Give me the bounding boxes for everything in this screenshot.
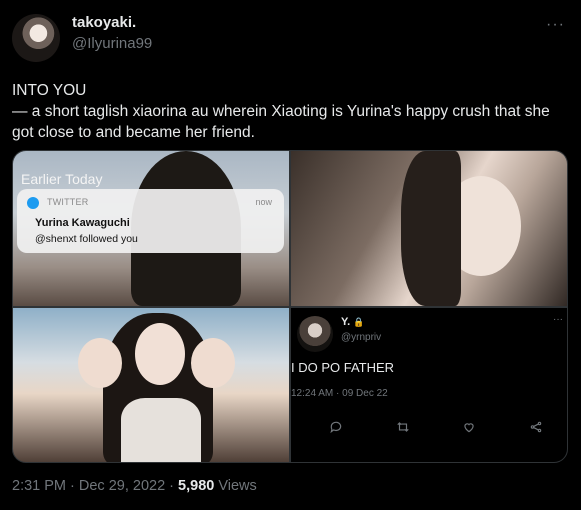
views-count[interactable]: 5,980	[178, 478, 214, 494]
media-photo-notification[interactable]: Earlier Today TWITTER now Yurina Kawaguc…	[13, 151, 289, 306]
embedded-name: Y. 🔒	[341, 316, 365, 328]
retweet-icon	[396, 420, 410, 437]
embedded-actions	[291, 420, 567, 437]
notification-title: Yurina Kawaguchi	[35, 217, 130, 229]
tweet-timestamp[interactable]: 2:31 PM · Dec 29, 2022 ·	[12, 478, 178, 494]
media-photo-waving[interactable]	[13, 308, 289, 462]
media-embedded-tweet[interactable]: Y. 🔒 @yrnpriv ··· I DO PO FATHER 12:24 AM…	[291, 308, 567, 462]
media-photo-portrait[interactable]	[291, 151, 567, 306]
embedded-avatar	[297, 316, 333, 352]
reply-icon	[329, 420, 343, 437]
lock-icon: 🔒	[353, 317, 365, 327]
tweet-text: INTO YOU — a short taglish xiaorina au w…	[12, 82, 550, 141]
photo-hand-right	[191, 338, 235, 388]
notification-app: TWITTER	[47, 197, 89, 207]
notification-time: now	[255, 197, 272, 207]
photo-hand-left	[78, 338, 122, 388]
share-icon	[529, 420, 543, 437]
embedded-handle: @yrnpriv	[341, 332, 382, 343]
twitter-bird-icon	[27, 197, 39, 209]
author-handle[interactable]: @Ilyurina99	[72, 35, 152, 52]
notification-card: TWITTER now Yurina Kawaguchi @shenxt fol…	[17, 189, 284, 253]
embedded-text: I DO PO FATHER	[291, 360, 395, 375]
views-label: Views	[214, 478, 257, 494]
author-avatar[interactable]	[12, 14, 60, 62]
more-dots-icon: ···	[553, 314, 563, 325]
notification-body: @shenxt followed you	[35, 233, 138, 245]
heart-icon	[462, 420, 476, 437]
embedded-timestamp: 12:24 AM · 09 Dec 22	[291, 388, 388, 399]
photo-hair	[401, 151, 461, 306]
photo-sweater	[121, 398, 201, 462]
photo-face	[135, 323, 185, 385]
tweet-meta: 2:31 PM · Dec 29, 2022 · 5,980 Views	[12, 478, 257, 494]
author-name[interactable]: takoyaki.	[72, 14, 136, 31]
media-grid: Earlier Today TWITTER now Yurina Kawaguc…	[12, 150, 568, 463]
notification-header: Earlier Today	[21, 171, 103, 187]
more-dots-icon[interactable]: ···	[546, 16, 565, 34]
